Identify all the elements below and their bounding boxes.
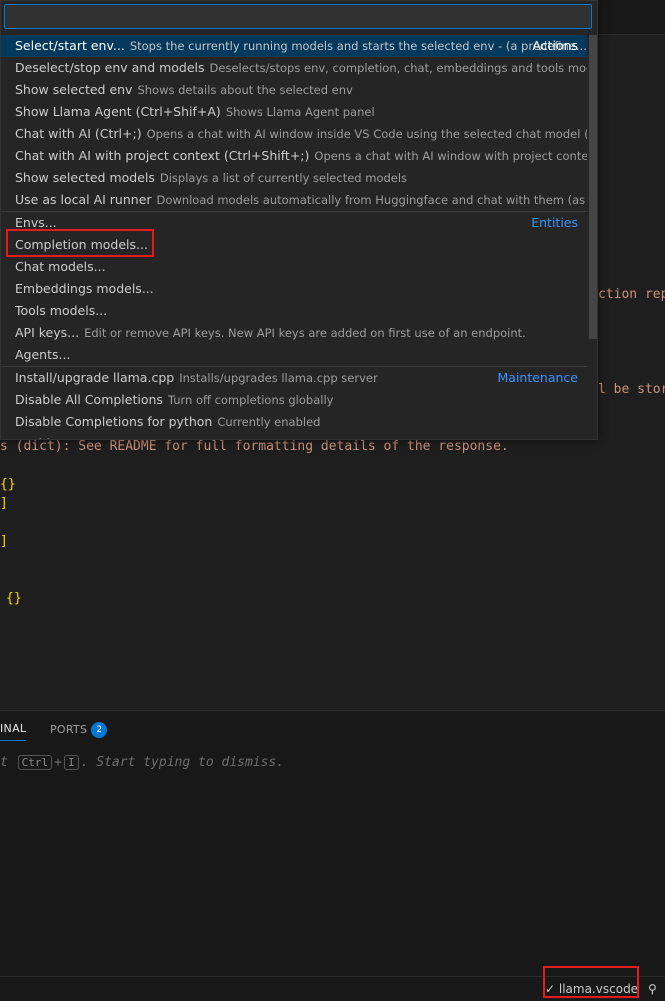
quick-pick-item[interactable]: Agents... [1, 344, 587, 366]
quick-pick-item-label: Show selected models [15, 170, 155, 185]
quick-pick-item-description: Opens a chat with AI window with project… [314, 149, 587, 163]
quick-pick-item-description: Opens a chat with AI window inside VS Co… [146, 127, 587, 141]
code-bracket-2: ] [0, 534, 8, 549]
tab-terminal[interactable]: INAL [0, 722, 27, 741]
code-brace-1: {} [0, 477, 16, 492]
quick-pick-item[interactable]: Chat with AI (Ctrl+;) Opens a chat with A… [1, 123, 587, 145]
hint-plus: + [54, 755, 62, 770]
code-line-connection: ction rep [598, 287, 665, 302]
quick-pick-item-label: Chat with AI (Ctrl+;) [15, 126, 142, 141]
quick-pick-item-description: Shows Llama Agent panel [225, 105, 375, 119]
code-brace-2: {} [6, 591, 22, 606]
quick-pick-item-description: Shows details about the selected env [137, 83, 353, 97]
quick-pick-scrollbar[interactable] [589, 35, 597, 339]
quick-pick-item[interactable]: Show Llama Agent (Ctrl+Shif+A) Shows Llam… [1, 101, 587, 123]
highlight-box [6, 229, 154, 257]
quick-pick-item[interactable]: Show selected models Displays a list of c… [1, 167, 587, 189]
code-bracket-1: ] [0, 496, 8, 511]
quick-pick-item-label: Embeddings models... [15, 281, 154, 296]
quick-pick-item[interactable]: Deselect/stop env and models Deselects/st… [1, 57, 587, 79]
terminal-hint: t Ctrl + I. Start typing to dismiss. [0, 755, 284, 770]
quick-pick-item-description: Edit or remove API keys. New API keys ar… [84, 326, 526, 340]
quick-pick-item-label: Show selected env [15, 82, 133, 97]
ports-count-badge: 2 [91, 722, 108, 738]
quick-pick-input[interactable] [4, 4, 592, 29]
quick-pick-item-label: Deselect/stop env and models [15, 60, 205, 75]
quick-pick-item-label: Tools models... [15, 303, 108, 318]
quick-pick-item-label: Use as local AI runner [15, 192, 152, 207]
quick-pick-group-label: Entities [531, 215, 578, 230]
quick-pick-item[interactable]: Chat with AI with project context (Ctrl+… [1, 145, 587, 167]
quick-pick-item-label: Select/start env... [15, 38, 125, 53]
quick-pick-item-description: Stops the currently running models and s… [129, 39, 587, 53]
quick-pick-item-label: Chat with AI with project context (Ctrl+… [15, 148, 310, 163]
quick-pick-group-label: Actions [532, 38, 578, 53]
quick-pick-item[interactable]: Select/start env... Stops the currently r… [1, 35, 587, 57]
quick-pick-item[interactable]: Chat models... [1, 256, 587, 278]
quick-pick-item-description: Deselects/stops env, completion, chat, e… [209, 61, 587, 75]
quick-pick-item-label: Envs... [15, 215, 57, 230]
quick-pick-item-label: Agents... [15, 347, 71, 362]
quick-pick-item-label: Chat models... [15, 259, 106, 274]
quick-pick-item[interactable]: Use as local AI runner Download models au… [1, 189, 587, 211]
quick-pick-item-description: Currently enabled [217, 415, 321, 429]
quick-pick-item-label: Disable All Completions [15, 392, 163, 407]
quick-pick-item-label: Show Llama Agent (Ctrl+Shif+A) [15, 104, 221, 119]
hint-key-ctrl: Ctrl [17, 755, 53, 770]
quick-pick-item-label: Enable RAG [15, 436, 88, 439]
quick-pick-item-description: Turn off completions globally [167, 393, 334, 407]
quick-pick: Select/start env... Stops the currently r… [0, 0, 598, 440]
status-highlight-box [543, 966, 639, 998]
quick-pick-item-description: Turn on RAG related features like Chat w… [93, 433, 474, 439]
quick-pick-item[interactable]: Enable RAG Turn on RAG related features l… [1, 433, 587, 439]
code-line-stored: l be stor [598, 382, 665, 397]
tab-ports-label: PORTS [50, 723, 88, 736]
branch-icon[interactable]: ⚲ [648, 977, 657, 1001]
hint-key-i: I [63, 755, 79, 770]
tab-ports[interactable]: PORTS 2 [50, 722, 108, 738]
quick-pick-item[interactable]: Disable All Completions Turn off completi… [1, 389, 587, 411]
quick-pick-item-description: Installs/upgrades llama.cpp server [179, 371, 378, 385]
quick-pick-item[interactable]: Tools models... [1, 300, 587, 322]
quick-pick-item-description: Download models automatically from Huggi… [156, 193, 587, 207]
quick-pick-item[interactable]: Install/upgrade llama.cpp Installs/upgrad… [1, 366, 587, 389]
quick-pick-item[interactable]: API keys... Edit or remove API keys. New … [1, 322, 587, 344]
quick-pick-item-label: Disable Completions for python [15, 414, 213, 429]
quick-pick-item-description: Displays a list of currently selected mo… [159, 171, 408, 185]
quick-pick-item[interactable]: Show selected env Shows details about the… [1, 79, 587, 101]
quick-pick-item-label: API keys... [15, 325, 80, 340]
quick-pick-item[interactable]: Disable Completions for python Currently … [1, 411, 587, 433]
hint-prefix: t [0, 755, 8, 770]
quick-pick-item[interactable]: Embeddings models... [1, 278, 587, 300]
bottom-panel: INAL PORTS 2 t Ctrl + I. Start typing to di… [0, 710, 665, 977]
quick-pick-group-label: Maintenance [497, 370, 579, 385]
code-line-returns: s (dict): See README for full formatting… [0, 439, 509, 454]
hint-suffix: . Start typing to dismiss. [80, 755, 285, 770]
quick-pick-item-label: Install/upgrade llama.cpp [15, 370, 175, 385]
